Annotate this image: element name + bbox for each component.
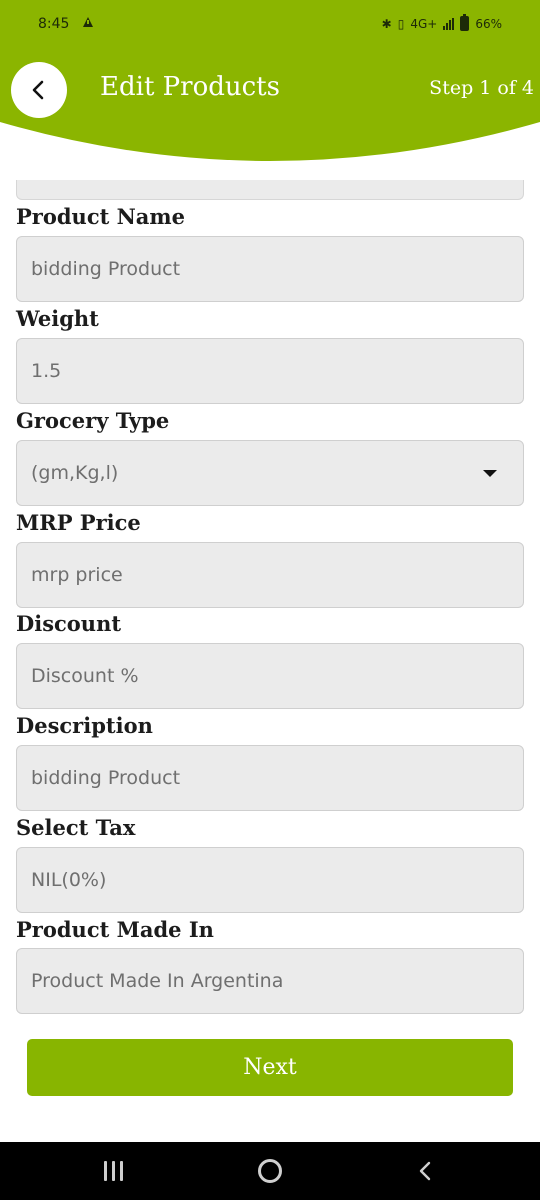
product-made-in-value: Product Made In Argentina <box>31 970 284 992</box>
select-tax-label: Select Tax <box>16 815 136 840</box>
select-tax-value: NIL(0%) <box>31 869 107 891</box>
status-bar: 8:45 ✱ ▯ 4G+ 66% <box>0 0 540 50</box>
mrp-price-placeholder: mrp price <box>31 564 123 586</box>
weight-value: 1.5 <box>31 360 62 382</box>
weight-label: Weight <box>16 306 99 331</box>
signal-icon <box>443 17 455 30</box>
grocery-type-select[interactable]: (gm,Kg,l) <box>16 440 524 506</box>
caret-down-icon <box>483 470 497 477</box>
product-made-in-label: Product Made In <box>16 917 214 942</box>
discount-input[interactable]: Discount % <box>16 643 524 709</box>
description-label: Description <box>16 713 153 738</box>
mrp-price-label: MRP Price <box>16 510 141 535</box>
mrp-price-input[interactable]: mrp price <box>16 542 524 608</box>
chevron-left-icon <box>32 80 44 100</box>
product-name-label: Product Name <box>16 204 185 229</box>
page-title: Edit Products <box>100 72 280 102</box>
product-made-in-input[interactable]: Product Made In Argentina <box>16 948 524 1014</box>
battery-percent: 66% <box>475 16 502 31</box>
back-button[interactable] <box>11 62 67 118</box>
discount-placeholder: Discount % <box>31 665 139 687</box>
network-type: 4G+ <box>410 16 438 31</box>
weight-input[interactable]: 1.5 <box>16 338 524 404</box>
status-indicators: ✱ ▯ 4G+ 66% <box>381 14 502 31</box>
product-name-input[interactable]: bidding Product <box>16 236 524 302</box>
vibrate-icon: ▯ <box>397 16 405 31</box>
product-name-value: bidding Product <box>31 258 181 280</box>
system-nav-bar <box>0 1142 540 1200</box>
next-button[interactable]: Next <box>27 1039 513 1096</box>
discount-label: Discount <box>16 611 122 636</box>
status-time: 8:45 <box>38 16 70 32</box>
battery-icon <box>460 14 470 31</box>
home-circle-icon[interactable] <box>258 1159 282 1183</box>
description-input[interactable]: bidding Product <box>16 745 524 811</box>
back-chevron-icon[interactable] <box>414 1159 438 1183</box>
bluetooth-icon: ✱ <box>381 16 392 31</box>
alert-icon <box>83 17 93 27</box>
grocery-type-value: (gm,Kg,l) <box>31 462 119 484</box>
recent-apps-icon[interactable] <box>104 1161 123 1181</box>
grocery-type-label: Grocery Type <box>16 408 170 433</box>
description-value: bidding Product <box>31 767 181 789</box>
step-indicator: Step 1 of 4 <box>429 77 534 99</box>
select-tax-input[interactable]: NIL(0%) <box>16 847 524 913</box>
partial-input-field[interactable] <box>16 180 524 200</box>
